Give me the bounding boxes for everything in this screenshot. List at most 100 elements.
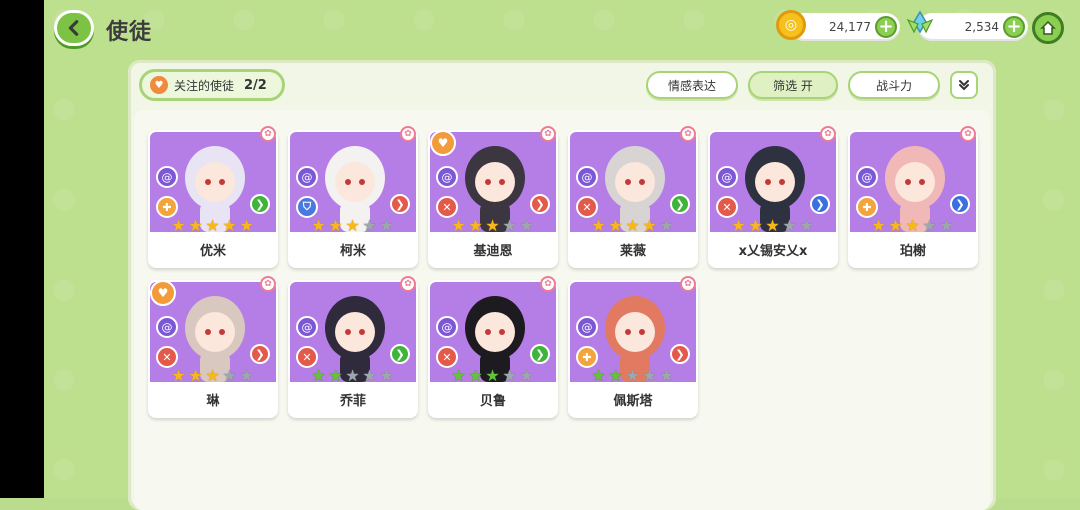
favorite-heart-icon[interactable]: ♥ <box>150 280 176 306</box>
star-icon: ★ <box>362 216 377 235</box>
apostle-card[interactable]: @ ✕ ❯ ★ ★ ★ ★ ★ ✿ 莱薇 <box>568 126 698 268</box>
chevron-right-icon: ❯ <box>250 344 270 364</box>
back-button[interactable] <box>54 10 94 46</box>
chevron-right-icon: ❯ <box>810 194 830 214</box>
apostle-card[interactable]: @ ✕ ❯ ★ ★ ★ ★ ★ ✿ x乂锡安乂x <box>708 126 838 268</box>
star-icon: ★ <box>379 216 394 235</box>
star-icon: ★ <box>731 216 746 235</box>
swirl-icon: @ <box>296 166 318 188</box>
star-icon: ★ <box>659 366 674 385</box>
star-icon: ★ <box>188 366 203 385</box>
swords-icon: ✕ <box>436 346 458 368</box>
star-icon: ★ <box>642 216 657 235</box>
swirl-icon: @ <box>716 166 738 188</box>
swirl-icon: @ <box>576 166 598 188</box>
star-icon: ★ <box>888 216 903 235</box>
swords-icon: ✕ <box>296 346 318 368</box>
crystal-flower-icon <box>906 10 934 34</box>
star-icon: ★ <box>451 366 466 385</box>
apostle-card[interactable]: ♥ @ ✕ ❯ ★ ★ ★ ★ ★ ✿ 基迪恩 <box>428 126 558 268</box>
followed-count: 2/2 <box>244 77 267 93</box>
followed-apostles-button[interactable]: ♥ 关注的使徒 2/2 <box>139 69 285 101</box>
flower-badge-icon: ✿ <box>260 276 276 292</box>
filter-button[interactable]: 筛选 开 <box>748 71 838 99</box>
emotion-expression-label: 情感表达 <box>667 78 716 93</box>
star-icon: ★ <box>205 366 220 385</box>
star-icon: ★ <box>871 216 886 235</box>
star-icon: ★ <box>379 366 394 385</box>
emotion-expression-button[interactable]: 情感表达 <box>646 71 738 99</box>
star-icon: ★ <box>765 216 780 235</box>
star-icon: ★ <box>328 216 343 235</box>
swirl-icon: @ <box>576 316 598 338</box>
double-chevron-down-icon <box>959 80 969 91</box>
flower-badge-icon: ✿ <box>540 126 556 142</box>
apostle-card[interactable]: @ ✚ ❯ ★ ★ ★ ★ ★ ✿ 优米 <box>148 126 278 268</box>
chevron-right-icon: ❯ <box>250 194 270 214</box>
cross-icon: ✚ <box>856 196 878 218</box>
star-icon: ★ <box>311 216 326 235</box>
apostle-name: 柯米 <box>339 244 366 259</box>
sort-power-button[interactable]: 战斗力 <box>848 71 940 99</box>
apostle-name: 珀榭 <box>899 244 926 259</box>
star-icon: ★ <box>171 216 186 235</box>
star-rating: ★ ★ ★ ★ ★ <box>450 218 535 234</box>
apostle-card[interactable]: @ ✕ ❯ ★ ★ ★ ★ ★ ✿ 贝鲁 <box>428 276 558 418</box>
swirl-icon: @ <box>436 166 458 188</box>
apostle-name: 贝鲁 <box>479 394 506 409</box>
cross-icon: ✚ <box>576 346 598 368</box>
chevron-right-icon: ❯ <box>390 194 410 214</box>
star-icon: ★ <box>205 216 220 235</box>
flower-badge-icon: ✿ <box>400 276 416 292</box>
star-icon: ★ <box>485 366 500 385</box>
followed-label: 关注的使徒 <box>174 78 235 93</box>
apostle-card[interactable]: ♥ @ ✕ ❯ ★ ★ ★ ★ ★ ✿ 琳 <box>148 276 278 418</box>
star-icon: ★ <box>362 366 377 385</box>
apostle-card[interactable]: @ ✚ ❯ ★ ★ ★ ★ ★ ✿ 佩斯塔 <box>568 276 698 418</box>
star-icon: ★ <box>939 216 954 235</box>
apostle-name: 佩斯塔 <box>613 394 653 409</box>
favorite-heart-icon[interactable]: ♥ <box>430 130 456 156</box>
star-icon: ★ <box>451 216 466 235</box>
swords-icon: ✕ <box>576 196 598 218</box>
star-rating: ★ ★ ★ ★ ★ <box>590 218 675 234</box>
apostle-name: 基迪恩 <box>473 244 513 259</box>
sort-order-toggle[interactable] <box>950 71 978 99</box>
heart-icon: ♥ <box>150 76 168 94</box>
star-icon: ★ <box>502 216 517 235</box>
star-icon: ★ <box>642 366 657 385</box>
apostle-name: 优米 <box>199 244 226 259</box>
star-icon: ★ <box>748 216 763 235</box>
star-icon: ★ <box>591 216 606 235</box>
add-gems-button[interactable]: + <box>1003 16 1025 38</box>
apostle-card[interactable]: @ ✚ ❯ ★ ★ ★ ★ ★ ✿ 珀榭 <box>848 126 978 268</box>
star-icon: ★ <box>345 216 360 235</box>
star-icon: ★ <box>502 366 517 385</box>
star-rating: ★ ★ ★ ★ ★ <box>730 218 815 234</box>
chevron-right-icon: ❯ <box>670 194 690 214</box>
sort-power-label: 战斗力 <box>875 78 912 93</box>
swirl-icon: @ <box>156 166 178 188</box>
apostle-card[interactable]: @ ✕ ❯ ★ ★ ★ ★ ★ ✿ 乔菲 <box>288 276 418 418</box>
star-icon: ★ <box>608 366 623 385</box>
home-icon <box>1040 20 1056 35</box>
star-icon: ★ <box>222 216 237 235</box>
star-icon: ★ <box>799 216 814 235</box>
star-rating: ★ ★ ★ ★ ★ <box>870 218 955 234</box>
home-button[interactable] <box>1032 12 1064 44</box>
star-icon: ★ <box>905 216 920 235</box>
apostle-card[interactable]: @ ⛉ ❯ ★ ★ ★ ★ ★ ✿ 柯米 <box>288 126 418 268</box>
star-icon: ★ <box>608 216 623 235</box>
coin-counter: 24,177 + <box>790 13 900 41</box>
star-icon: ★ <box>519 366 534 385</box>
screen-left-bezel <box>0 0 44 498</box>
star-icon: ★ <box>222 366 237 385</box>
flower-badge-icon: ✿ <box>960 126 976 142</box>
chevron-right-icon: ❯ <box>950 194 970 214</box>
cross-icon: ✚ <box>156 196 178 218</box>
swords-icon: ✕ <box>716 196 738 218</box>
star-icon: ★ <box>345 366 360 385</box>
coin-icon: ◎ <box>776 10 806 40</box>
add-coins-button[interactable]: + <box>875 16 897 38</box>
star-icon: ★ <box>519 216 534 235</box>
